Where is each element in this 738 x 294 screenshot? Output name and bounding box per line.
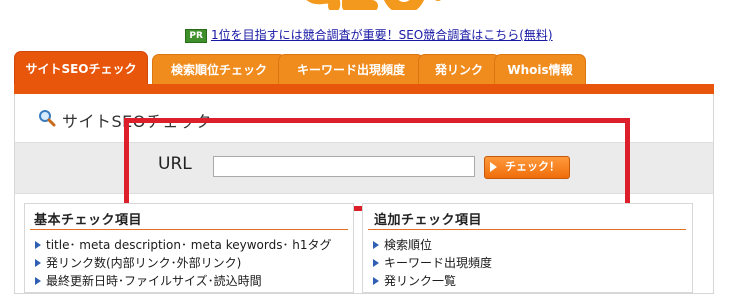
arrow-bullet-icon xyxy=(373,259,379,267)
list-item: 最終更新日時･ファイルサイズ･読込時間 xyxy=(34,272,332,290)
url-label: URL xyxy=(158,154,192,174)
tab-bar-underline xyxy=(14,84,714,94)
check-button-label: チェック！ xyxy=(505,161,560,173)
arrow-bullet-icon xyxy=(35,259,41,267)
site-logo xyxy=(306,0,441,10)
arrow-bullet-icon xyxy=(35,241,41,249)
extra-check-list: 検索順位 キーワード出現頻度 発リンク一覧 xyxy=(372,236,492,290)
tab-site-seo-check[interactable]: サイトSEOチェック xyxy=(14,51,148,85)
play-arrow-icon xyxy=(490,162,497,172)
pr-badge: PR xyxy=(185,29,207,43)
check-button[interactable]: チェック！ xyxy=(484,156,570,179)
arrow-bullet-icon xyxy=(373,241,379,249)
list-item: 発リンク数(内部リンク･外部リンク) xyxy=(34,254,332,272)
url-input[interactable] xyxy=(213,156,475,177)
tab-keyword-frequency[interactable]: キーワード出現頻度 xyxy=(278,54,424,85)
arrow-bullet-icon xyxy=(35,277,41,285)
tab-rank-check[interactable]: 検索順位チェック xyxy=(152,54,286,85)
tab-outbound-links[interactable]: 発リンク xyxy=(418,54,500,85)
pr-link[interactable]: 1位を目指すには競合調査が重要！SEO競合調査はこちら(無料) xyxy=(211,28,553,42)
extra-check-title: 追加チェック項目 xyxy=(374,213,483,228)
list-item: 検索順位 xyxy=(372,236,492,254)
basic-check-list: title･ meta description･ meta keywords･ … xyxy=(34,236,332,290)
pr-line: PR 1位を目指すには競合調査が重要！SEO競合調査はこちら(無料) xyxy=(0,27,738,43)
tab-whois[interactable]: Whois情報 xyxy=(494,54,586,85)
section-title: サイトSEOチェック xyxy=(62,112,212,131)
list-item: title･ meta description･ meta keywords･ … xyxy=(34,236,332,254)
arrow-bullet-icon xyxy=(373,277,379,285)
list-item: 発リンク一覧 xyxy=(372,272,492,290)
magnifier-icon xyxy=(39,110,56,127)
list-item: キーワード出現頻度 xyxy=(372,254,492,272)
basic-check-rule xyxy=(30,229,348,230)
extra-check-rule xyxy=(368,229,686,230)
basic-check-title: 基本チェック項目 xyxy=(34,213,143,228)
